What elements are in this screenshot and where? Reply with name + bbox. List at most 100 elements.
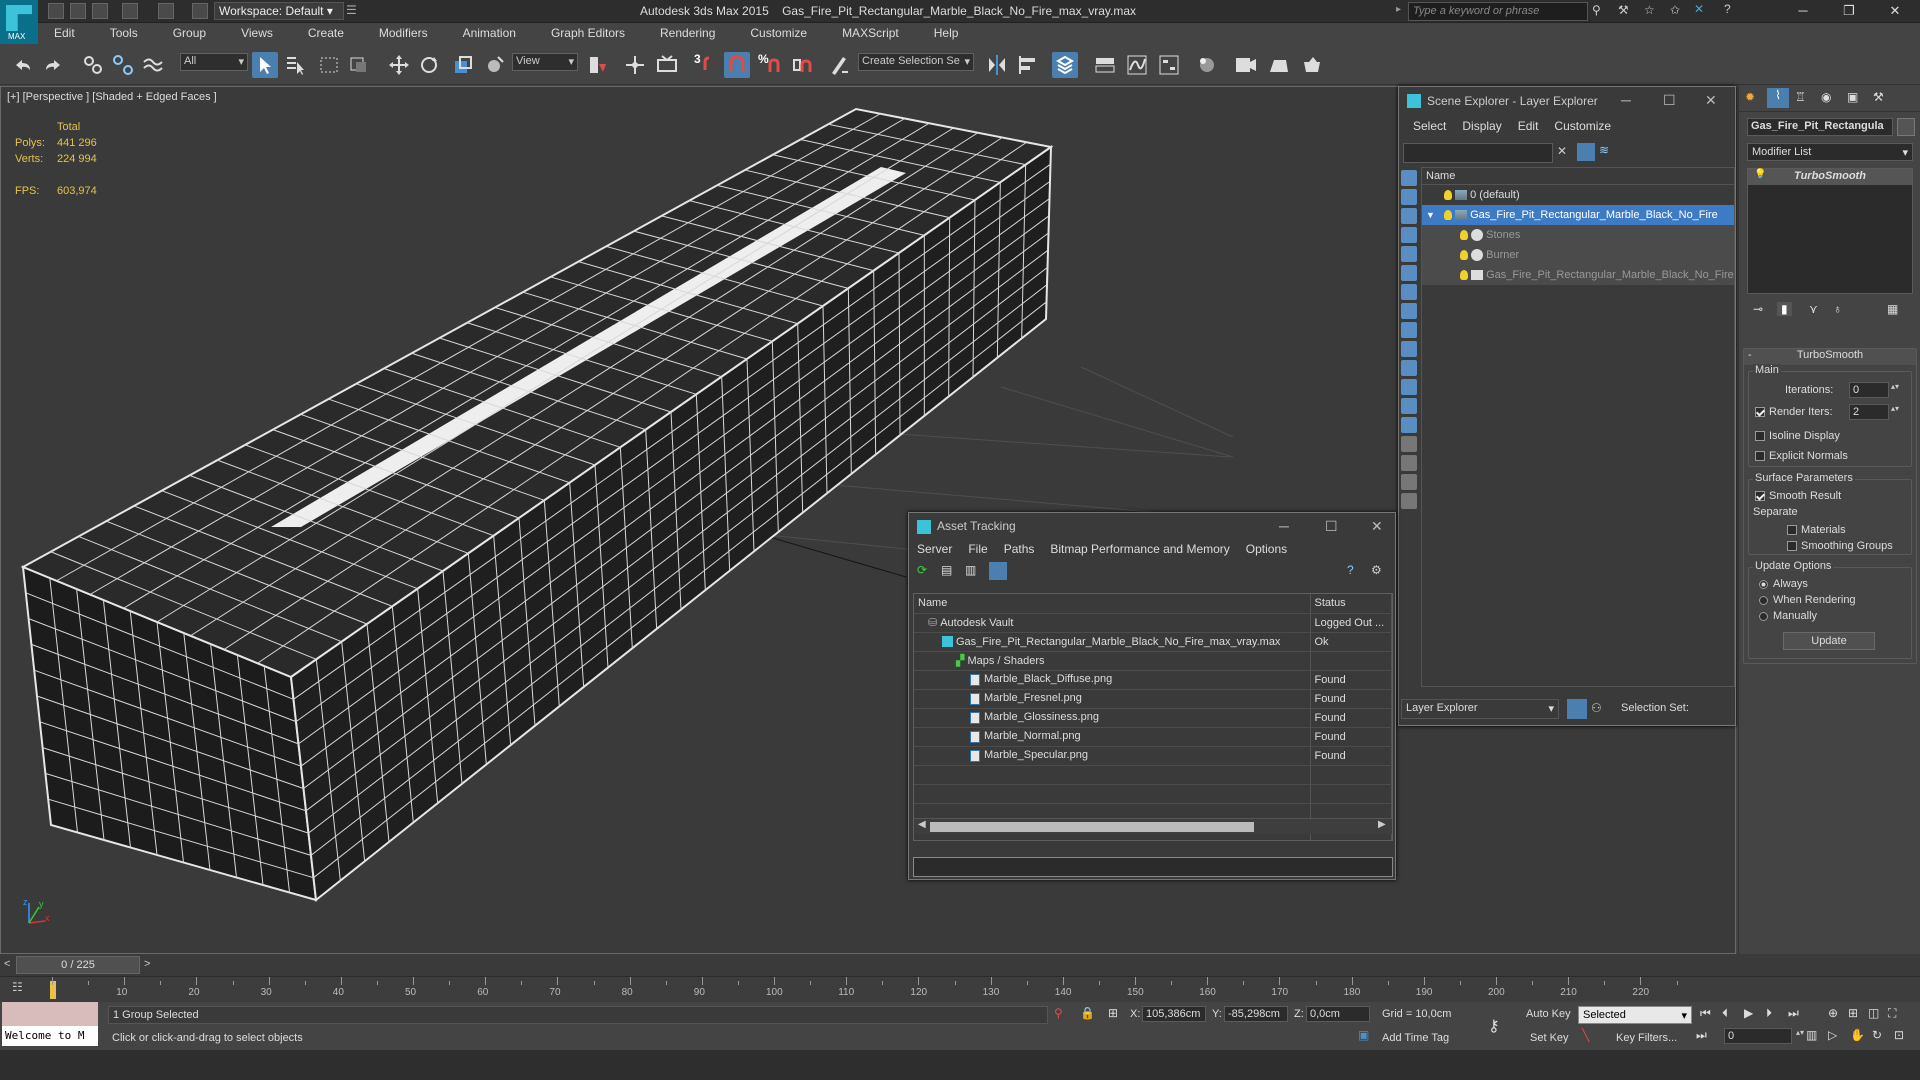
select-and-manipulate-icon[interactable] [622,52,648,78]
se-menu-select[interactable]: Select [1405,119,1454,133]
subscription-icon[interactable]: ⚒ [1618,3,1629,17]
select-by-name-icon[interactable] [282,52,308,78]
time-configuration-icon[interactable]: ▥ [1806,1028,1817,1042]
set-keys-icon[interactable]: ╲ [1582,1028,1589,1042]
go-to-end-icon[interactable]: ⏭ [1788,1006,1799,1021]
x-coord-field[interactable]: 105,386cm [1142,1006,1206,1022]
isoline-display-checkbox[interactable]: Isoline Display [1755,430,1840,442]
materials-check-icon[interactable] [1787,525,1797,536]
communication-center-icon[interactable]: ☆ [1644,3,1655,17]
object-color-swatch[interactable] [1897,118,1915,136]
update-manually-radio[interactable]: Manually [1759,610,1817,622]
at-menu-paths[interactable]: Paths [996,542,1043,556]
go-to-start-icon[interactable]: ⏮ [1700,1006,1711,1021]
asset-tracking-titlebar[interactable]: Asset Tracking ─ ☐ ✕ [909,513,1395,539]
at-scrollbar-thumb[interactable] [930,822,1254,832]
se-filter-icon[interactable] [1577,143,1595,161]
at-menu-file[interactable]: File [960,542,995,556]
smoothing-groups-checkbox[interactable]: Smoothing Groups [1787,540,1893,552]
rectangular-selection-icon[interactable] [316,52,342,78]
at-menu-bitmap-performance[interactable]: Bitmap Performance and Memory [1042,542,1237,556]
explicit-normals-check-icon[interactable] [1755,451,1765,462]
add-time-tag-button[interactable]: Add Time Tag [1382,1032,1449,1044]
se-tree-item[interactable]: ▼ Gas_Fire_Pit_Rectangular_Marble_Black_… [1422,205,1734,225]
scroll-right-arrow-icon[interactable]: ▶ [1378,819,1386,830]
at-table-row[interactable]: Marble_Glossiness.png Found [914,708,1392,728]
at-maximize-button[interactable]: ☐ [1325,518,1338,535]
favorites-icon[interactable]: ✩ [1670,3,1680,17]
redo-icon[interactable] [40,52,66,78]
zoom-extents-all-icon[interactable]: ⊞ [1848,1006,1858,1020]
layer-explorer-dropdown[interactable]: Layer Explorer ▾ [1401,699,1559,719]
at-table-row[interactable]: Marble_Black_Diffuse.png Found [914,670,1392,690]
lock-cell-editing-icon[interactable] [1401,493,1417,509]
at-header-name[interactable]: Name [914,594,1311,614]
bind-to-space-warp-icon[interactable] [140,52,166,78]
se-layer-toggle-icon[interactable]: ≋ [1599,143,1617,161]
search-binoculars-icon[interactable]: ⚲ [1592,3,1601,17]
se-menu-edit[interactable]: Edit [1510,119,1547,133]
named-selection-sets-dropdown[interactable]: Create Selection Se ▾ [858,53,974,71]
key-mode-toggle-icon[interactable]: ⏭ [1696,1028,1707,1043]
filter-selected-icon[interactable] [1401,455,1417,471]
display-containers-icon[interactable] [1401,341,1417,357]
display-frozen-icon[interactable] [1401,360,1417,376]
turbosmooth-rollout-header[interactable]: - TurboSmooth [1744,349,1916,365]
snaps-toggle-icon[interactable]: 3 [692,52,718,78]
se-tree-item[interactable]: 0 (default) [1422,185,1734,205]
display-spacewarps-icon[interactable] [1401,265,1417,281]
menu-rendering[interactable]: Rendering [634,23,724,40]
iterations-spinner[interactable]: 0 [1849,382,1889,398]
undo-icon[interactable] [122,3,138,19]
new-file-icon[interactable] [48,3,64,19]
manually-radio-icon[interactable] [1759,611,1768,621]
selection-filter-dropdown[interactable]: All ▾ [180,53,248,71]
curve-editor-icon[interactable] [1124,52,1150,78]
se-minimize-button[interactable]: ─ [1621,92,1631,108]
display-shapes-icon[interactable] [1401,189,1417,205]
at-help-icon[interactable]: ? [1347,563,1354,577]
spinner-snap-toggle-icon[interactable] [788,52,814,78]
play-icon[interactable]: ▶ [1744,1006,1753,1020]
visibility-bulb-icon[interactable] [1460,250,1468,261]
materials-checkbox[interactable]: Materials [1787,524,1846,536]
when-rendering-radio-icon[interactable] [1759,595,1768,605]
at-table-row[interactable]: ⛁ Autodesk Vault Logged Out ... [914,613,1392,633]
toggle-scene-explorer-icon[interactable] [1052,52,1078,78]
keyboard-shortcut-override-icon[interactable] [654,52,680,78]
select-and-move-icon[interactable] [386,52,412,78]
at-table-row[interactable]: Marble_Normal.png Found [914,727,1392,747]
pan-view-icon[interactable]: ✋ [1850,1028,1865,1042]
select-object-icon[interactable] [252,52,278,78]
workspace-menu-icon[interactable]: ☰ [346,3,357,17]
make-unique-icon[interactable]: ⋎ [1809,302,1818,316]
modify-tab-icon[interactable]: ⌇ [1767,88,1789,108]
sort-by-layer-icon[interactable] [1567,699,1587,719]
display-geometry-icon[interactable] [1401,170,1417,186]
maximize-toggle-icon[interactable]: ⊡ [1894,1028,1904,1042]
track-bar[interactable]: ☷ 10 20 30 40 50 60 70 80 90 100 110 120 130 140 150 16… [0,976,1920,1002]
exchange-icon[interactable]: ✕ [1694,2,1704,16]
save-file-icon[interactable] [92,3,108,19]
display-groups-icon[interactable] [1401,284,1417,300]
display-lights-icon[interactable] [1401,208,1417,224]
se-header-name[interactable]: Name [1422,168,1734,185]
render-iters-check-icon[interactable] [1755,407,1765,418]
orbit-subobject-icon[interactable]: ↻ [1872,1028,1882,1042]
next-frame-icon[interactable]: ⏵ [1766,1006,1772,1021]
at-refresh-icon[interactable]: ⟳ [917,563,927,577]
at-table-row[interactable]: Gas_Fire_Pit_Rectangular_Marble_Black_No… [914,632,1392,652]
display-hidden-icon[interactable] [1401,379,1417,395]
menu-animation[interactable]: Animation [437,23,525,40]
search-expand-icon[interactable]: ▸ [1396,4,1401,15]
menu-create[interactable]: Create [282,23,353,40]
modifier-list-dropdown[interactable]: Modifier List ▾ [1747,143,1913,161]
scroll-left-arrow-icon[interactable]: ◀ [918,819,926,830]
stack-item-turbosmooth[interactable]: 💡 TurboSmooth [1748,169,1912,185]
reference-coordinate-dropdown[interactable]: View ▾ [512,53,578,71]
at-table-row[interactable] [914,784,1392,804]
modifier-on-icon[interactable]: 💡 [1754,169,1766,180]
menu-graph-editors[interactable]: Graph Editors [525,23,634,40]
menu-group[interactable]: Group [147,23,215,40]
align-icon[interactable] [1016,52,1042,78]
